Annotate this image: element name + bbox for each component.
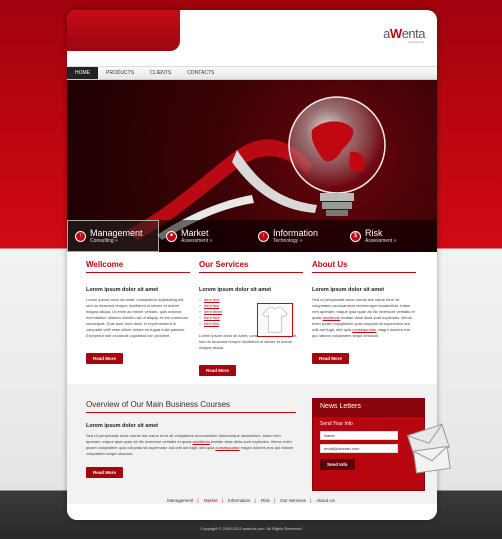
arrow-up-icon: ↑	[75, 230, 86, 242]
lower-section: Overview of Our Main Business Courses Lo…	[67, 384, 437, 504]
envelope-icon	[407, 423, 451, 474]
page-container: aWenta professional Home Products Client…	[67, 10, 437, 520]
footer-separator: |	[273, 498, 275, 503]
services-column: Our Services Lorem ipsum dolor sit amet …	[199, 260, 303, 376]
footer-link-information[interactable]: Information	[228, 498, 251, 503]
hero-item-information[interactable]: ↑ Information Technology »	[251, 220, 343, 252]
hero-item-subtitle: Technology »	[273, 237, 303, 244]
hero-item-subtitle: Assessment »	[365, 237, 397, 244]
footer-link-our-services[interactable]: Our Services	[280, 498, 306, 503]
overview-subheading: Lorem ipsum dolor sit amet	[86, 423, 159, 429]
overview-read-more-button[interactable]: Read More	[86, 467, 124, 478]
services-subheading: Lorem ipsum dolor sit amet	[199, 287, 272, 293]
about-link-consequuntur[interactable]: consequuntur	[352, 327, 376, 332]
hero-item-subtitle: Consulting »	[90, 237, 118, 244]
newsletter-heading: News Letters	[313, 399, 424, 417]
hero-item-management[interactable]: ↑ Management Consulting »	[67, 220, 159, 252]
header-tab	[67, 10, 180, 51]
about-subheading: Lorem ipsum dolor sit amet	[312, 287, 385, 293]
hero-item-title: Risk	[365, 227, 383, 238]
welcome-heading: Wellcome	[86, 260, 190, 273]
hero-menu: ↑ Management Consulting » ✦ Market Assessm…	[67, 220, 437, 252]
nav-item-contacts[interactable]: Contacts	[179, 67, 222, 79]
hero-banner: ↑ Management Consulting » ✦ Market Assessm…	[67, 80, 437, 252]
copyright-text: Copyright © 2006-2010 awenta.com. All Ri…	[200, 526, 302, 531]
about-text: Sed ut perspiciatis unde omnis iste natu…	[312, 297, 416, 339]
tshirt-image	[257, 303, 293, 337]
hero-item-subtitle: Assessment »	[181, 237, 213, 244]
logo[interactable]: aWenta	[383, 26, 425, 41]
overview-link-architecto[interactable]: architecto	[193, 439, 210, 444]
about-read-more-button[interactable]: Read More	[312, 353, 350, 364]
logo-prefix: a	[383, 26, 390, 41]
tshirt-icon	[262, 306, 288, 333]
footer-separator: |	[197, 498, 199, 503]
welcome-read-more-button[interactable]: Read More	[86, 353, 124, 364]
footer-link-market[interactable]: Market	[204, 498, 218, 503]
about-heading: About Us	[312, 260, 416, 273]
logo-suffix: enta	[401, 26, 426, 41]
overview-section: Overview of Our Main Business Courses Lo…	[86, 400, 296, 478]
footer-link-management[interactable]: Management	[167, 498, 193, 503]
footer-separator: |	[221, 498, 223, 503]
dollar-icon: $	[350, 230, 361, 242]
nav-item-products[interactable]: Products	[98, 67, 142, 79]
name-field[interactable]: Name	[320, 431, 398, 440]
hero-item-risk[interactable]: $ Risk Assessment »	[343, 220, 435, 252]
compass-icon: ✦	[166, 230, 177, 242]
about-link-architecto[interactable]: architecto	[323, 315, 340, 320]
welcome-column: Wellcome Lorem ipsum dolor sit amet Lore…	[86, 260, 190, 364]
overview-text: Sed ut perspiciatis unde omnis iste natu…	[86, 433, 296, 457]
nav-item-clients[interactable]: Clients	[142, 67, 179, 79]
nav-item-home[interactable]: Home	[67, 67, 98, 79]
lightbulb-globe-graphic	[288, 96, 386, 216]
logo-tagline: professional	[407, 40, 424, 44]
hero-item-market[interactable]: ✦ Market Assessment »	[159, 220, 251, 252]
footer-nav: Management | Market | Information | Risk | O…	[0, 498, 502, 503]
footer-link-about-us[interactable]: About Us	[316, 498, 335, 503]
main-nav: Home Products Clients Contacts	[67, 66, 437, 80]
footer-separator: |	[310, 498, 312, 503]
hero-item-title: Market	[181, 227, 209, 238]
about-column: About Us Lorem ipsum dolor sit amet Sed …	[312, 260, 416, 364]
hero-item-title: Information	[273, 227, 319, 238]
logo-v: W	[389, 26, 402, 41]
arrow-up-icon: ↑	[258, 230, 269, 242]
send-info-button[interactable]: Send Info	[320, 459, 355, 470]
overview-link-consequuntur[interactable]: consequuntur	[215, 445, 239, 450]
footer-link-risk[interactable]: Risk	[261, 498, 270, 503]
services-read-more-button[interactable]: Read More	[199, 365, 237, 376]
welcome-text: Lorem ipsum dolor sit amet, consectetur …	[86, 297, 189, 338]
welcome-subheading: Lorem ipsum dolor sit amet	[86, 287, 159, 293]
footer-separator: |	[254, 498, 256, 503]
services-heading: Our Services	[199, 260, 303, 273]
email-field[interactable]: email@domain.com	[320, 444, 398, 453]
hero-item-title: Management	[90, 227, 143, 238]
overview-heading: Overview of Our Main Business Courses	[86, 400, 296, 413]
